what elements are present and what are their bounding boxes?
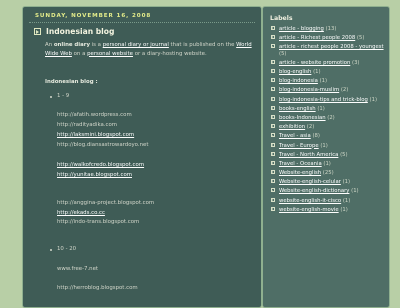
label-count: (2) bbox=[327, 114, 335, 121]
intro-text-5: or a diary-hosting website. bbox=[132, 50, 207, 57]
label-link[interactable]: books-english bbox=[279, 106, 316, 112]
label-item: blog-indonesia-tips and trick-blog (1) bbox=[271, 96, 387, 106]
blog-url-plain: http://blog.diansastrowardoyo.net bbox=[57, 142, 149, 148]
label-link[interactable]: Website-english-celular bbox=[279, 179, 341, 185]
label-link[interactable]: blog-indonesia bbox=[279, 78, 318, 84]
blog-url-plain: www.free-7.net bbox=[57, 266, 99, 272]
label-count: (13) bbox=[325, 26, 337, 32]
label-item: blog-indonesia-muslim (2) bbox=[271, 87, 387, 96]
label-item: article - blogging (13) bbox=[271, 26, 387, 35]
label-link[interactable]: website-english-movie bbox=[279, 207, 339, 213]
label-link[interactable]: blog-indonesia-tips and trick-blog bbox=[279, 97, 368, 103]
label-count: (1) bbox=[351, 188, 359, 195]
label-link[interactable]: article - website promotion bbox=[279, 60, 350, 66]
label-count: (5) bbox=[340, 151, 348, 158]
label-item: article - Richest people 2008 (5) bbox=[271, 35, 387, 44]
label-item: Travel - asia (8) bbox=[271, 133, 387, 142]
label-link[interactable]: books-Indonesian bbox=[279, 115, 326, 121]
label-item: Travel - North America (5) bbox=[271, 151, 387, 161]
label-link[interactable]: article - blogging bbox=[279, 26, 324, 32]
label-count: (8) bbox=[312, 133, 320, 140]
intro-text-2: is a bbox=[89, 42, 103, 48]
post-date: SUNDAY, NOVEMBER 16, 2008 bbox=[35, 13, 152, 19]
label-link[interactable]: Travel - North America bbox=[279, 152, 338, 158]
label-count: (5) bbox=[279, 50, 287, 57]
label-count: (2) bbox=[306, 124, 315, 131]
label-link[interactable]: blog-indonesia-muslim bbox=[279, 87, 339, 93]
post-body: An online diary is a personal diary or j… bbox=[45, 41, 267, 291]
label-count: (1) bbox=[342, 179, 351, 186]
label-count: (1) bbox=[320, 142, 328, 149]
blog-url-plain: http://herroblog.blogspot.com bbox=[57, 285, 138, 291]
blog-url-plain: http://radityadika.com bbox=[57, 122, 118, 128]
label-link[interactable]: blog-english bbox=[279, 69, 311, 75]
intro-text-1: An bbox=[45, 42, 54, 48]
label-item: article - richest people 2008 - youngest… bbox=[271, 44, 387, 59]
label-count: (5) bbox=[356, 35, 365, 42]
label-link[interactable]: exhibition bbox=[279, 124, 305, 130]
intro-paragraph: An online diary is a personal diary or j… bbox=[45, 41, 259, 58]
link-personal-website[interactable]: personal website bbox=[87, 51, 133, 57]
label-count: (3) bbox=[352, 59, 360, 66]
label-count: (1) bbox=[317, 105, 325, 112]
date-divider bbox=[29, 22, 255, 23]
post-panel: SUNDAY, NOVEMBER 16, 2008 Indonesian blo… bbox=[22, 6, 262, 308]
label-item: Travel - Oceania (1) bbox=[271, 160, 387, 170]
label-item: article - website promotion (3) bbox=[271, 59, 387, 69]
label-link[interactable]: website-english-it-cisco bbox=[279, 198, 341, 204]
blog-url-link[interactable]: http://yunitae.blogspot.com bbox=[57, 171, 132, 181]
blog-url-plain: http://indo-trans.blogspot.com bbox=[57, 219, 140, 225]
label-item: Website-english (25) bbox=[271, 170, 387, 179]
label-item: Website-english-dictionary (1) bbox=[271, 188, 387, 197]
labels-title: Labels bbox=[270, 15, 293, 22]
labels-sidebar: Labels article - blogging (13) article -… bbox=[262, 6, 390, 308]
label-link[interactable]: Website-english bbox=[279, 170, 321, 176]
subheading: Indonesian blog : bbox=[45, 79, 98, 85]
label-item: books-english (1) bbox=[271, 105, 387, 115]
blog-url-plain: http://anggina-project.blogspot.com bbox=[57, 200, 155, 206]
label-count: (1) bbox=[369, 96, 378, 103]
range-label: 10 - 20 bbox=[49, 245, 76, 255]
label-count: (2) bbox=[340, 87, 349, 94]
label-count: (1) bbox=[323, 160, 331, 167]
label-link[interactable]: Travel - Europe bbox=[279, 143, 319, 149]
intro-text-3: that is published on the bbox=[168, 42, 237, 48]
blog-url-plain: http://afatih.wordpress.com bbox=[57, 112, 132, 118]
blog-url-link[interactable]: http://walkofcredo.blogspot.com bbox=[57, 161, 144, 171]
label-item: exhibition (2) bbox=[271, 124, 387, 133]
label-item: website-english-it-cisco (1) bbox=[271, 197, 387, 207]
label-count: (1) bbox=[342, 197, 351, 204]
label-item: blog-indonesia (1) bbox=[271, 78, 387, 87]
label-count: (1) bbox=[313, 69, 321, 76]
label-count: (1) bbox=[319, 78, 328, 85]
label-link[interactable]: Website-english-dictionary bbox=[279, 188, 349, 194]
label-count: (25) bbox=[322, 170, 334, 177]
label-link[interactable]: Travel - asia bbox=[279, 133, 311, 139]
range-label: 1 - 9 bbox=[49, 92, 69, 102]
label-item: Travel - Europe (1) bbox=[271, 142, 387, 152]
label-link[interactable]: article - richest people 2008 - youngest bbox=[279, 44, 384, 50]
post-arrow-icon bbox=[34, 27, 41, 35]
label-link[interactable]: Travel - Oceania bbox=[279, 161, 322, 167]
labels-list: article - blogging (13) article - Riches… bbox=[271, 26, 387, 216]
blog-url-link[interactable]: http://laksmini.blogspot.com bbox=[57, 131, 134, 141]
label-item: books-Indonesian (2) bbox=[271, 114, 387, 124]
label-item: website-english-movie (1) bbox=[271, 206, 387, 216]
intro-text-4: on a bbox=[71, 50, 88, 57]
label-link[interactable]: article - Richest people 2008 bbox=[279, 35, 355, 41]
label-count: (1) bbox=[340, 206, 348, 213]
label-item: blog-english (1) bbox=[271, 69, 387, 78]
post-header: Indonesian blog bbox=[34, 26, 114, 36]
label-item: Website-english-celular (1) bbox=[271, 179, 387, 188]
intro-online-diary: online diary bbox=[53, 42, 90, 48]
post-title[interactable]: Indonesian blog bbox=[46, 27, 114, 36]
link-personal-diary[interactable]: personal diary or journal bbox=[103, 42, 169, 48]
